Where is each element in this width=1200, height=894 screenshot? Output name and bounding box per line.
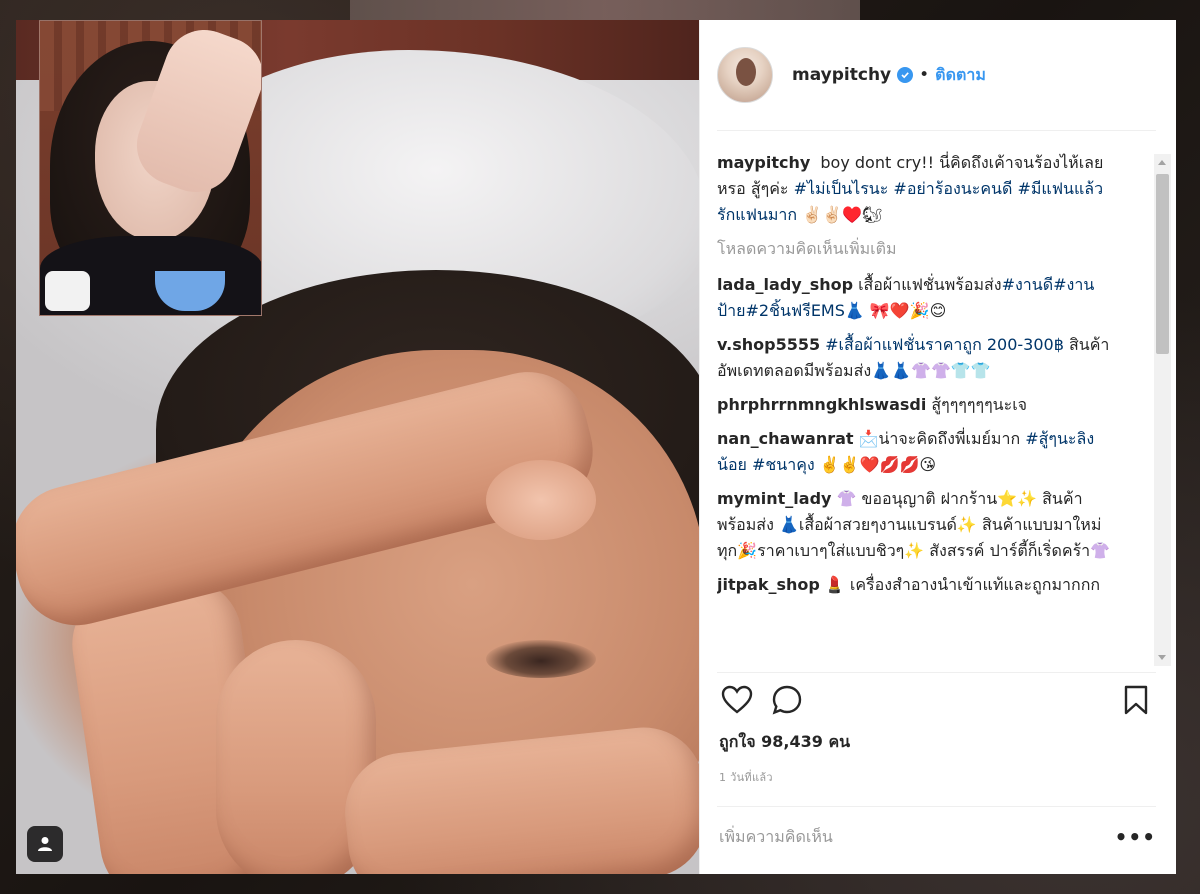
load-more-comments-link[interactable]: โหลดความคิดเห็นเพิ่มเติม — [717, 236, 1117, 262]
photo-fingertip — [486, 460, 596, 540]
comment-text: ✌🏻✌🏻♥️🐿 — [797, 205, 883, 224]
hashtag-link[interactable]: #2ชิ้นฟรีEMS — [746, 301, 845, 320]
scroll-down-arrow-icon[interactable] — [1158, 655, 1166, 660]
post-caption: maypitchy boy dont cry!! นี่คิดถึงเค้าจน… — [717, 150, 1117, 228]
scroll-up-arrow-icon[interactable] — [1158, 160, 1166, 165]
comment-item: mymint_lady 👚 ขออนุญาติ ฝากร้าน⭐️✨ สินค้า… — [717, 486, 1117, 564]
photo-eye — [486, 640, 596, 678]
avatar[interactable] — [717, 47, 773, 103]
comment-text: สู้ๆๆๆๆๆๆนะเจ — [931, 395, 1028, 414]
hashtag-link[interactable]: #ชนาคุง — [752, 455, 815, 474]
post-header: maypitchy • ติดตาม — [717, 42, 1156, 108]
comment-username[interactable]: v.shop5555 — [717, 335, 820, 354]
likes-count[interactable]: ถูกใจ 98,439 คน — [719, 730, 850, 755]
comment-username[interactable]: nan_chawanrat — [717, 429, 854, 448]
hashtag-link[interactable]: #เสื้อผ้าแฟชั่นราคาถูก 200-300฿ — [825, 335, 1064, 354]
add-comment-input[interactable]: เพิ่มความคิดเห็น — [719, 825, 1115, 850]
comment-text: 📩น่าจะคิดถึงพี่เมย์มาก — [858, 429, 1026, 448]
follow-button[interactable]: ติดตาม — [935, 63, 986, 88]
comment-item: phrphrrnmngkhlswasdi สู้ๆๆๆๆๆๆนะเจ — [717, 392, 1117, 418]
comment-username[interactable]: jitpak_shop — [717, 575, 820, 594]
comment-text: 👗 🎀❤️🎉😊 — [844, 301, 947, 320]
comment-item: jitpak_shop 💄 เครื่องสำอางนำเข้าแท้และถูก… — [717, 572, 1117, 598]
hashtag-link[interactable]: #งานดี — [1002, 275, 1054, 294]
header-separator: • — [919, 65, 930, 85]
comment-username[interactable]: mymint_lady — [717, 489, 831, 508]
video-call-inset — [39, 20, 262, 316]
more-options-button[interactable]: ••• — [1115, 825, 1156, 849]
heart-icon[interactable] — [717, 680, 757, 720]
comment-text: เสื้อผ้าแฟชั่นพร้อมส่ง — [858, 275, 1002, 294]
comment-bubble-icon[interactable] — [767, 680, 807, 720]
comment-item: lada_lady_shop เสื้อผ้าแฟชั่นพร้อมส่ง#งาน… — [717, 272, 1117, 324]
scrollbar-thumb[interactable] — [1156, 174, 1169, 354]
post-side-panel: maypitchy • ติดตาม maypitchy boy dont cr… — [699, 20, 1176, 874]
background-banner — [350, 0, 860, 22]
hashtag-link[interactable]: #ไม่เป็นไรนะ — [794, 179, 889, 198]
comment-text: 💄 เครื่องสำอางนำเข้าแท้และถูกมากกก — [824, 575, 1101, 594]
comment-username[interactable]: phrphrrnmngkhlswasdi — [717, 395, 926, 414]
caption-username[interactable]: maypitchy — [717, 153, 810, 172]
bookmark-icon[interactable] — [1116, 680, 1156, 720]
comments-scrollbar[interactable] — [1154, 154, 1171, 666]
comments-list[interactable]: maypitchy boy dont cry!! นี่คิดถึงเค้าจน… — [717, 150, 1117, 662]
comment-box-divider — [717, 806, 1156, 807]
action-bar — [717, 680, 1156, 720]
inset-shirt-print — [45, 271, 90, 311]
user-tag-icon[interactable] — [27, 826, 63, 862]
header-divider — [717, 130, 1156, 131]
post-timestamp[interactable]: 1 วันที่แล้ว — [719, 768, 773, 786]
comment-item: v.shop5555 #เสื้อผ้าแฟชั่นราคาถูก 200-300… — [717, 332, 1117, 384]
add-comment-row: เพิ่มความคิดเห็น ••• — [719, 820, 1156, 854]
comment-item: nan_chawanrat 📩น่าจะคิดถึงพี่เมย์มาก #สู้… — [717, 426, 1117, 478]
comment-text: ✌️✌️❤️💋💋😘 — [814, 455, 937, 474]
comment-items: lada_lady_shop เสื้อผ้าแฟชั่นพร้อมส่ง#งาน… — [717, 272, 1117, 598]
comment-username[interactable]: lada_lady_shop — [717, 275, 853, 294]
post-photo[interactable] — [16, 20, 699, 874]
hashtag-link[interactable]: #อย่าร้องนะคนดี — [893, 179, 1012, 198]
actions-divider — [717, 672, 1156, 673]
post-modal: maypitchy • ติดตาม maypitchy boy dont cr… — [16, 20, 1176, 874]
header-username[interactable]: maypitchy — [792, 65, 891, 85]
verified-badge-icon — [897, 67, 914, 83]
